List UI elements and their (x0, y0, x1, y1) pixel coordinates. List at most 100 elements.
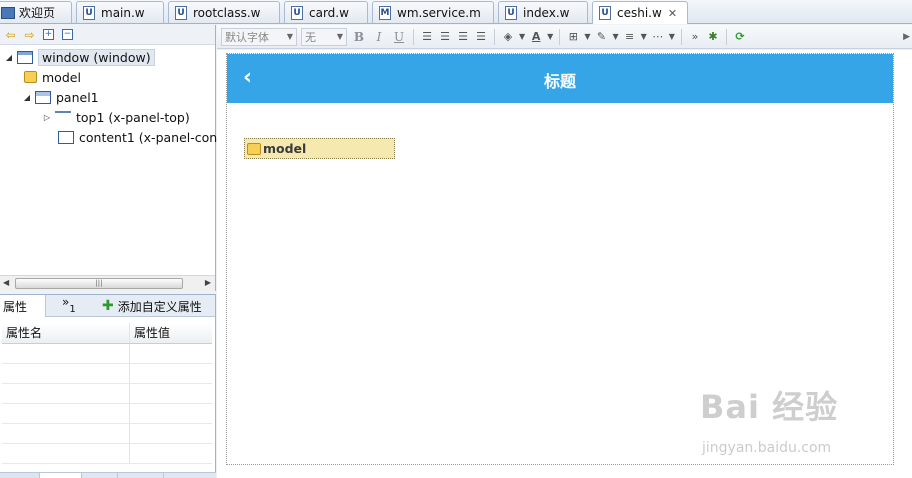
tab-label: 属性 (3, 299, 28, 314)
properties-table: 属性名 属性值 (2, 323, 212, 464)
tab-welcome[interactable]: 欢迎页 (0, 1, 72, 23)
more-tools-icon[interactable]: » (688, 30, 702, 44)
table-row[interactable] (2, 344, 212, 364)
table-cell[interactable] (2, 444, 130, 463)
border-icon[interactable]: ⊞ (566, 30, 580, 44)
table-row[interactable] (2, 444, 212, 464)
add-custom-property-button[interactable]: ✚ 添加自定义属性 (102, 295, 202, 317)
align-right-icon[interactable]: ☰ (456, 30, 470, 44)
dropdown-arrow-icon[interactable]: ▼ (547, 32, 553, 41)
tree-node-top1[interactable]: ▷ top1 (x-panel-top) (42, 108, 190, 126)
dropdown-arrow-icon[interactable]: ▼ (612, 32, 618, 41)
table-cell[interactable] (2, 364, 130, 383)
bottom-tab[interactable] (118, 473, 164, 478)
table-cell[interactable] (130, 424, 212, 443)
expanded-arrow-icon[interactable]: ◢ (22, 93, 32, 102)
scroll-right-icon[interactable]: ▶ (205, 278, 211, 287)
design-toolbar: 默认字体 ▼ 无 ▼ B I U ☰ ☰ ☰ ☰ ◈ ▼ A ▼ ⊞ ▼ ✎ ▼… (217, 25, 912, 49)
dropdown-arrow-icon[interactable]: ▼ (584, 32, 590, 41)
dropdown-arrow-icon[interactable]: ▼ (641, 32, 647, 41)
scroll-left-icon[interactable]: ◀ (3, 278, 9, 287)
tree-node-panel1[interactable]: ◢ panel1 (22, 88, 99, 106)
underline-icon[interactable]: U (391, 29, 407, 45)
tab-ceshi[interactable]: U ceshi.w ✕ (592, 1, 688, 24)
table-cell[interactable] (2, 424, 130, 443)
w-file-icon: U (505, 5, 517, 20)
table-row[interactable] (2, 404, 212, 424)
bold-icon[interactable]: B (351, 29, 367, 45)
bottom-tab[interactable] (40, 473, 82, 478)
watermark-url: jingyan.baidu.com (702, 440, 832, 456)
model-component[interactable]: model (244, 138, 395, 159)
close-icon[interactable]: ✕ (668, 7, 677, 20)
forward-arrow-icon[interactable]: ⇨ (21, 27, 38, 43)
expanded-arrow-icon[interactable]: ◢ (4, 53, 14, 62)
dropdown-arrow-icon: ▼ (286, 32, 293, 41)
column-header-name: 属性名 (2, 323, 130, 343)
font-size-value: 无 (305, 30, 316, 44)
dropdown-arrow-icon[interactable]: ▼ (519, 32, 525, 41)
scroll-thumb[interactable]: ||| (15, 278, 183, 289)
table-row[interactable] (2, 384, 212, 404)
ide-window: 欢迎页 U main.w U rootclass.w U card.w M wm… (0, 0, 912, 478)
tab-rootclass[interactable]: U rootclass.w (168, 1, 280, 23)
table-cell[interactable] (2, 344, 130, 363)
font-color-icon[interactable]: A (529, 30, 543, 44)
fill-color-icon[interactable]: ◈ (501, 30, 515, 44)
table-cell[interactable] (130, 364, 212, 383)
align-justify-icon[interactable]: ☰ (474, 30, 488, 44)
table-cell[interactable] (130, 344, 212, 363)
font-family-value: 默认字体 (225, 30, 269, 44)
table-cell[interactable] (130, 404, 212, 423)
bottom-tab[interactable] (0, 473, 40, 478)
dropdown-arrow-icon[interactable]: ▼ (669, 32, 675, 41)
tab-label: main.w (101, 5, 145, 20)
border-style-icon[interactable]: ≡ (623, 30, 637, 44)
panel-content-icon (58, 130, 74, 144)
bottom-tab-strip (0, 472, 216, 478)
tree-node-content1[interactable]: content1 (x-panel-conte (58, 128, 230, 146)
add-property-label: 添加自定义属性 (117, 299, 202, 314)
back-arrow-icon[interactable]: ⇦ (2, 27, 19, 43)
debug-icon[interactable]: ✱ (706, 30, 720, 44)
title-bar[interactable]: ‹ 标题 (227, 54, 893, 103)
collapse-all-icon[interactable]: − (62, 29, 73, 40)
tab-label: ceshi.w (617, 6, 662, 20)
table-cell[interactable] (2, 404, 130, 423)
border-dash-icon[interactable]: ⋯ (651, 30, 665, 44)
table-row[interactable] (2, 364, 212, 384)
more-tabs-button[interactable]: » 1 (62, 295, 76, 317)
tab-label: index.w (523, 5, 570, 20)
align-center-icon[interactable]: ☰ (438, 30, 452, 44)
toolbar-separator (725, 28, 727, 45)
font-family-select[interactable]: 默认字体 ▼ (221, 27, 297, 46)
horizontal-scrollbar[interactable]: ◀ ||| ▶ (0, 275, 215, 291)
collapsed-arrow-icon[interactable]: ▷ (42, 113, 52, 122)
table-cell[interactable] (130, 384, 212, 403)
align-left-icon[interactable]: ☰ (420, 30, 434, 44)
italic-icon[interactable]: I (371, 29, 387, 45)
tab-wm-service[interactable]: M wm.service.m (372, 1, 494, 23)
expand-all-icon[interactable]: + (43, 29, 54, 40)
table-header: 属性名 属性值 (2, 323, 212, 344)
bottom-tab[interactable] (82, 473, 118, 478)
tree-node-window[interactable]: ◢ window (window) (4, 48, 155, 66)
tab-card[interactable]: U card.w (284, 1, 368, 23)
outline-toolbar: ⇦ ⇨ + − (0, 25, 215, 45)
tab-properties[interactable]: 属性 (0, 295, 46, 317)
table-cell[interactable] (2, 384, 130, 403)
font-size-select[interactable]: 无 ▼ (301, 27, 347, 46)
tab-main[interactable]: U main.w (76, 1, 164, 23)
watermark-logo: Bai 经验 (700, 388, 839, 426)
tab-index[interactable]: U index.w (498, 1, 588, 23)
border-color-icon[interactable]: ✎ (594, 30, 608, 44)
tree-node-label: top1 (x-panel-top) (76, 109, 190, 125)
tree-node-model[interactable]: model (24, 68, 81, 86)
m-file-icon: M (379, 5, 391, 20)
model-label: model (263, 141, 307, 156)
table-row[interactable] (2, 424, 212, 444)
expand-arrow-icon[interactable]: ▶ (903, 32, 910, 42)
more-tabs-count: 1 (69, 303, 76, 315)
table-cell[interactable] (130, 444, 212, 463)
refresh-icon[interactable]: ⟳ (733, 30, 747, 44)
